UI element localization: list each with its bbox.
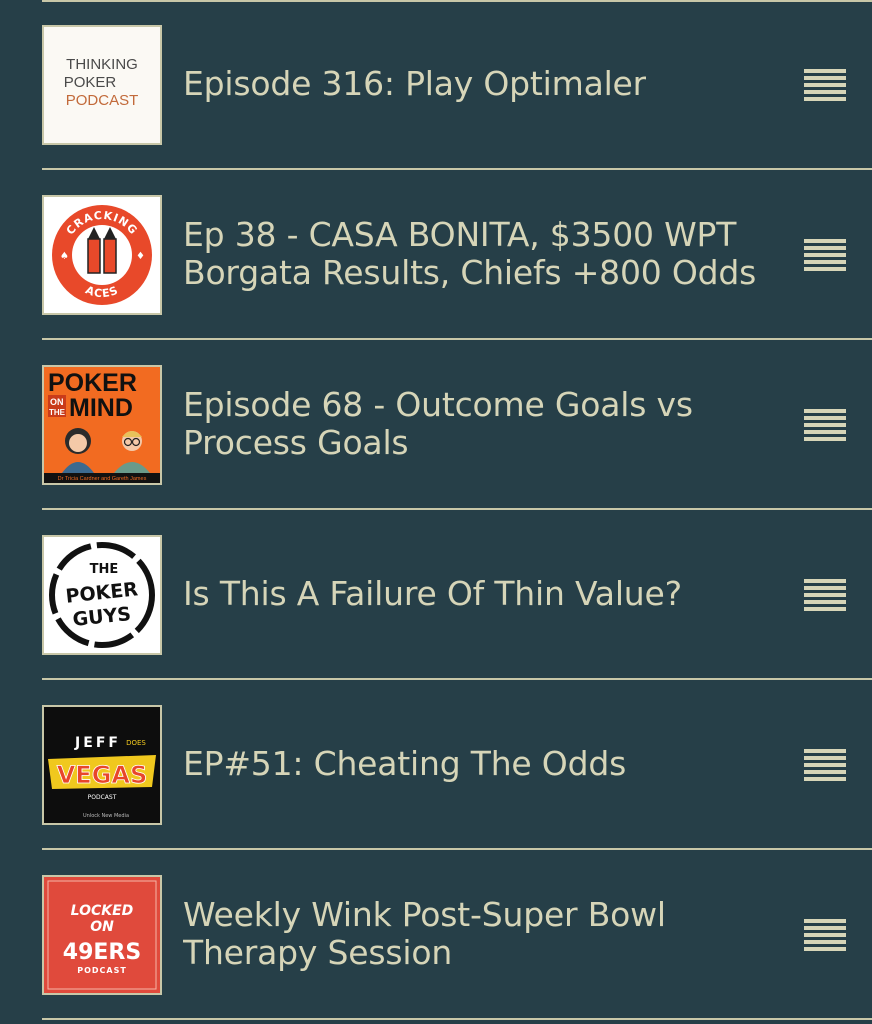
- reorder-handle-icon[interactable]: [804, 239, 846, 271]
- poker-on-the-mind-artwork: POKER ON THE MIND Dr Tricia Cardner and …: [42, 365, 162, 485]
- artwork-text: PODCAST: [77, 966, 127, 975]
- artwork-text: JEFF: [74, 735, 121, 751]
- list-item[interactable]: LOCKED ON 49ERS PODCAST Weekly Wink Post…: [42, 850, 872, 1020]
- artwork-text: THE: [90, 562, 119, 577]
- artwork-text: PODCAST: [88, 794, 117, 801]
- episode-title[interactable]: Episode 316: Play Optimaler: [183, 0, 773, 168]
- artwork-text: PODCAST: [66, 92, 139, 109]
- reorder-handle-icon[interactable]: [804, 919, 846, 951]
- reorder-handle-icon[interactable]: [804, 579, 846, 611]
- artwork-text: GUYS: [72, 603, 132, 631]
- list-item[interactable]: POKER ON THE MIND Dr Tricia Cardner and …: [42, 340, 872, 510]
- episode-title[interactable]: Episode 68 - Outcome Goals vs Process Go…: [183, 340, 773, 508]
- list-item[interactable]: THINKING POKER PODCAST Episode 316: Play…: [42, 0, 872, 170]
- list-item[interactable]: CRACKING ACES ♠ ♦ Ep 38 - CASA BONITA, $…: [42, 170, 872, 340]
- reorder-handle-icon[interactable]: [804, 409, 846, 441]
- the-poker-guys-artwork: THE POKER GUYS: [42, 535, 162, 655]
- episode-title[interactable]: Ep 38 - CASA BONITA, $3500 WPT Borgata R…: [183, 170, 773, 338]
- artwork-text: Dr Tricia Cardner and Gareth James: [58, 476, 147, 482]
- artwork-text: POKER: [48, 369, 137, 397]
- artwork-text: VEGAS: [57, 761, 148, 789]
- artwork-text: THINKING: [66, 56, 138, 73]
- reorder-handle-icon[interactable]: [804, 69, 846, 101]
- artwork-text: ON: [90, 919, 114, 935]
- artwork-text: MIND: [69, 394, 133, 422]
- artwork-text: POKER: [64, 74, 117, 91]
- episode-title[interactable]: Is This A Failure Of Thin Value?: [183, 510, 773, 678]
- artwork-text: Unlock New Media: [83, 813, 129, 819]
- artwork-text: DOES: [126, 739, 146, 747]
- artwork-text: LOCKED: [71, 903, 134, 919]
- reorder-handle-icon[interactable]: [804, 749, 846, 781]
- cracking-aces-artwork: CRACKING ACES ♠ ♦: [42, 195, 162, 315]
- episode-title[interactable]: EP#51: Cheating The Odds: [183, 680, 773, 848]
- artwork-text: 49ERS: [63, 940, 141, 965]
- locked-on-49ers-artwork: LOCKED ON 49ERS PODCAST: [42, 875, 162, 995]
- episode-queue-list: THINKING POKER PODCAST Episode 316: Play…: [42, 0, 872, 1024]
- thinking-poker-podcast-artwork: THINKING POKER PODCAST: [42, 25, 162, 145]
- artwork-text: ON: [50, 397, 64, 407]
- list-item[interactable]: THE POKER GUYS Is This A Failure Of Thin…: [42, 510, 872, 680]
- jeff-does-vegas-artwork: JEFF DOES VEGAS PODCAST Unlock New Media: [42, 705, 162, 825]
- artwork-text: THE: [49, 408, 66, 417]
- divider: [42, 1018, 872, 1020]
- episode-title[interactable]: Weekly Wink Post-Super Bowl Therapy Sess…: [183, 850, 773, 1018]
- svg-text:♦: ♦: [136, 251, 145, 262]
- list-item[interactable]: JEFF DOES VEGAS PODCAST Unlock New Media…: [42, 680, 872, 850]
- svg-text:♠: ♠: [60, 251, 69, 262]
